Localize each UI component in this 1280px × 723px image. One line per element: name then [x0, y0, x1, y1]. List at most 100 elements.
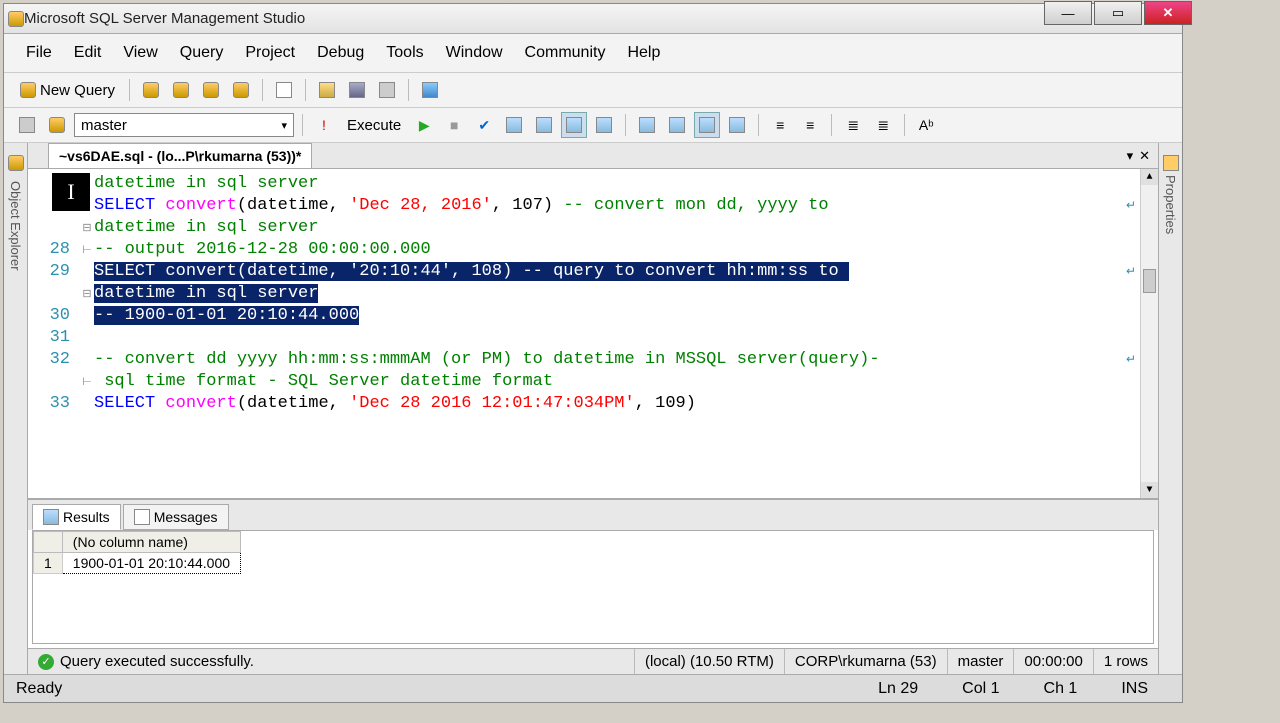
open-icon[interactable] — [314, 77, 340, 103]
window-controls: — ▭ ✕ — [1044, 1, 1192, 25]
scroll-thumb[interactable] — [1143, 269, 1156, 293]
results-grid[interactable]: (No column name) 11900-01-01 20:10:44.00… — [32, 530, 1154, 644]
results-grid-icon — [43, 509, 59, 525]
row-header[interactable]: 1 — [34, 553, 63, 574]
menu-file[interactable]: File — [16, 40, 62, 66]
query-options-icon[interactable] — [531, 112, 557, 138]
status-ins: INS — [1099, 680, 1170, 698]
messages-tab[interactable]: Messages — [123, 504, 229, 530]
results-to-text-icon[interactable] — [724, 112, 750, 138]
success-icon: ✓ — [38, 654, 54, 670]
status-time: 00:00:00 — [1013, 649, 1092, 674]
menu-tools[interactable]: Tools — [376, 40, 433, 66]
close-button[interactable]: ✕ — [1144, 1, 1192, 25]
include-plan-icon[interactable] — [634, 112, 660, 138]
status-db: master — [947, 649, 1014, 674]
tool-new-file-icon[interactable] — [271, 77, 297, 103]
column-header[interactable]: (No column name) — [62, 532, 240, 553]
maximize-button[interactable]: ▭ — [1094, 1, 1142, 25]
results-tabs: Results Messages — [28, 500, 1158, 530]
tab-close-icon[interactable]: ✕ — [1139, 148, 1150, 164]
menu-community[interactable]: Community — [515, 40, 616, 66]
save-icon[interactable] — [344, 77, 370, 103]
print-icon[interactable] — [374, 77, 400, 103]
database-select[interactable]: master — [74, 113, 294, 137]
vertical-scrollbar[interactable]: ▲ ▼ — [1140, 169, 1158, 498]
status-user: CORP\rkumarna (53) — [784, 649, 947, 674]
menu-debug[interactable]: Debug — [307, 40, 374, 66]
menu-edit[interactable]: Edit — [64, 40, 112, 66]
properties-icon — [1163, 155, 1179, 171]
new-query-icon — [20, 82, 36, 98]
line-gutter: 28 29 30 31 32 33 — [28, 169, 80, 498]
debug-icon[interactable]: ! — [311, 112, 337, 138]
play-icon[interactable]: ▶ — [411, 112, 437, 138]
comment-icon[interactable]: ≣ — [840, 112, 866, 138]
indent-icon[interactable]: ≡ — [797, 112, 823, 138]
titlebar: Microsoft SQL Server Management Studio —… — [4, 4, 1182, 34]
scroll-up-icon[interactable]: ▲ — [1141, 169, 1158, 185]
results-to-grid-icon[interactable] — [694, 112, 720, 138]
wrap-icon: ↵ — [1126, 195, 1136, 217]
object-explorer-tab[interactable]: Object Explorer — [4, 143, 28, 674]
include-stats-icon[interactable] — [664, 112, 690, 138]
menu-view[interactable]: View — [113, 40, 167, 66]
status-ready: Ready — [16, 680, 62, 698]
tab-controls: ▾ ✕ — [1127, 148, 1158, 164]
app-icon — [8, 11, 24, 27]
minimize-button[interactable]: — — [1044, 1, 1092, 25]
body: Object Explorer ~vs6DAE.sql - (lo...P\rk… — [4, 143, 1182, 674]
fold-gutter: ⊟⊢⊟⊢ — [80, 169, 94, 498]
status-rows: 1 rows — [1093, 649, 1158, 674]
estimated-plan-icon[interactable] — [501, 112, 527, 138]
app-window: Microsoft SQL Server Management Studio —… — [3, 3, 1183, 703]
scroll-down-icon[interactable]: ▼ — [1141, 482, 1158, 498]
query-status-bar: ✓Query executed successfully. (local) (1… — [28, 648, 1158, 674]
uncomment-icon[interactable]: ≣ — [870, 112, 896, 138]
object-explorer-icon — [8, 155, 24, 171]
messages-icon — [134, 509, 150, 525]
menu-window[interactable]: Window — [436, 40, 513, 66]
parse-icon[interactable]: ✔ — [471, 112, 497, 138]
outdent-icon[interactable]: ≡ — [767, 112, 793, 138]
menu-project[interactable]: Project — [235, 40, 305, 66]
document-tabs: ~vs6DAE.sql - (lo...P\rkumarna (53))* ▾ … — [28, 143, 1158, 169]
intellisense-icon[interactable] — [591, 112, 617, 138]
corner-header — [34, 532, 63, 553]
toolbar-sql: master ! Execute ▶ ■ ✔ ≡ ≡ ≣ ≣ Aᵇ — [4, 108, 1182, 143]
wrap-icon: ↵ — [1126, 349, 1136, 371]
change-connection-icon[interactable] — [44, 112, 70, 138]
new-query-button[interactable]: New Query — [14, 80, 121, 101]
activity-icon[interactable] — [417, 77, 443, 103]
status-line: Ln 29 — [856, 680, 940, 698]
menu-query[interactable]: Query — [170, 40, 234, 66]
text-cursor-icon: I — [52, 173, 90, 211]
result-cell[interactable]: 1900-01-01 20:10:44.000 — [62, 553, 240, 574]
toolbar-standard: New Query — [4, 73, 1182, 108]
status-server: (local) (10.50 RTM) — [634, 649, 784, 674]
execute-button[interactable]: Execute — [341, 115, 407, 136]
connect-icon[interactable] — [14, 112, 40, 138]
stop-icon[interactable]: ■ — [441, 112, 467, 138]
menu-bar: File Edit View Query Project Debug Tools… — [4, 34, 1182, 73]
properties-tab[interactable]: Properties — [1158, 143, 1182, 674]
results-tab[interactable]: Results — [32, 504, 121, 530]
code-area[interactable]: I datetime in sql server SELECT convert(… — [94, 169, 1140, 498]
status-col: Col 1 — [940, 680, 1021, 698]
menu-help[interactable]: Help — [617, 40, 670, 66]
document-tab[interactable]: ~vs6DAE.sql - (lo...P\rkumarna (53))* — [48, 143, 312, 168]
window-title: Microsoft SQL Server Management Studio — [24, 10, 1178, 27]
results-grid-icon[interactable] — [561, 112, 587, 138]
results-panel: Results Messages (No column name) 11900-… — [28, 498, 1158, 648]
sql-editor[interactable]: 28 29 30 31 32 33 ⊟⊢⊟⊢ I datetime in sql… — [28, 169, 1158, 498]
app-status-bar: Ready Ln 29 Col 1 Ch 1 INS — [4, 674, 1182, 702]
tool-db4-icon[interactable] — [228, 77, 254, 103]
tab-dropdown-icon[interactable]: ▾ — [1127, 148, 1134, 164]
tool-db2-icon[interactable] — [168, 77, 194, 103]
wrap-icon: ↵ — [1126, 261, 1136, 283]
status-message: ✓Query executed successfully. — [28, 649, 634, 674]
tool-db3-icon[interactable] — [198, 77, 224, 103]
tool-db1-icon[interactable] — [138, 77, 164, 103]
specify-values-icon[interactable]: Aᵇ — [913, 112, 939, 138]
main-area: ~vs6DAE.sql - (lo...P\rkumarna (53))* ▾ … — [28, 143, 1158, 674]
